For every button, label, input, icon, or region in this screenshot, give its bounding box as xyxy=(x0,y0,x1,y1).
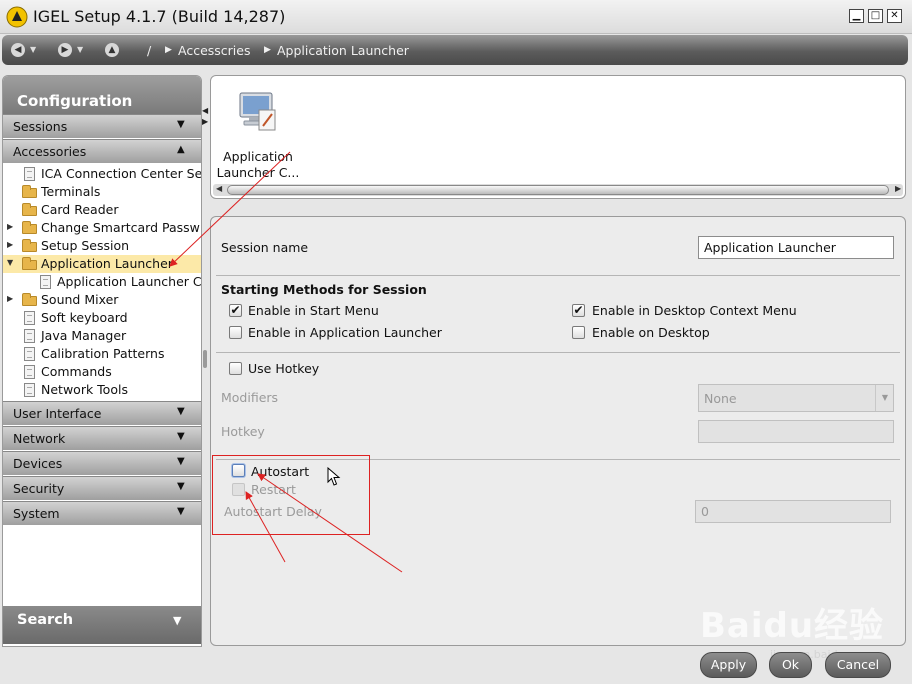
ok-button[interactable]: Ok xyxy=(769,652,812,678)
baidu-watermark-logo: Baidu经验 xyxy=(700,606,885,646)
annotation-arrows xyxy=(169,151,403,573)
apply-button[interactable]: Apply xyxy=(700,652,757,678)
cancel-button[interactable]: Cancel xyxy=(825,652,891,678)
